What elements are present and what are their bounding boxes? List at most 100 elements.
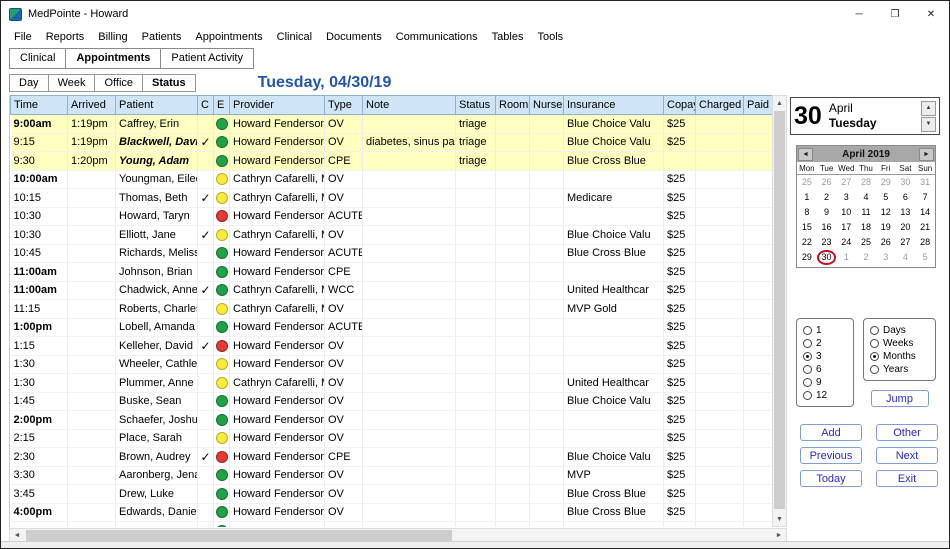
- calendar-day[interactable]: 24: [836, 235, 856, 250]
- calendar-day[interactable]: 1: [836, 250, 856, 265]
- appointment-row[interactable]: 2:15Place, SarahHoward Fenderson, MDOV$2…: [11, 429, 773, 448]
- exit-button[interactable]: Exit: [876, 470, 938, 487]
- view-tab-office[interactable]: Office: [94, 74, 142, 92]
- menu-item-documents[interactable]: Documents: [319, 31, 389, 43]
- calendar-day[interactable]: 30: [896, 175, 916, 190]
- calendar-day[interactable]: 21: [915, 220, 935, 235]
- appointment-row[interactable]: 11:00amJohnson, BrianHoward Fenderson, M…: [11, 263, 773, 282]
- calendar-day[interactable]: 15: [797, 220, 817, 235]
- today-button[interactable]: Today: [800, 470, 862, 487]
- scroll-up-icon[interactable]: ▲: [773, 96, 786, 110]
- appointment-row[interactable]: 1:00pmLobell, AmandaHoward Fenderson, MD…: [11, 318, 773, 337]
- column-header-patient[interactable]: Patient: [116, 96, 198, 115]
- menu-item-reports[interactable]: Reports: [39, 31, 92, 43]
- menu-item-clinical[interactable]: Clinical: [270, 31, 319, 43]
- appointment-row[interactable]: 10:45Richards, MelissaHoward Fenderson, …: [11, 244, 773, 263]
- menu-item-communications[interactable]: Communications: [389, 31, 485, 43]
- calendar-day[interactable]: 5: [915, 250, 935, 265]
- calendar-next-icon[interactable]: ►: [919, 148, 934, 161]
- calendar-day[interactable]: 20: [896, 220, 916, 235]
- appointment-row[interactable]: 1:30Wheeler, CathleenHoward Fenderson, M…: [11, 355, 773, 374]
- appointment-row[interactable]: 10:15Thomas, Beth✓Cathryn Cafarelli, MDO…: [11, 189, 773, 208]
- date-spin-up-icon[interactable]: ▲: [921, 101, 936, 116]
- appointment-row[interactable]: 2:30Brown, Audrey✓Howard Fenderson, MDCP…: [11, 448, 773, 467]
- appointment-row[interactable]: 10:30Howard, TarynHoward Fenderson, MDAC…: [11, 207, 773, 226]
- menu-item-file[interactable]: File: [7, 31, 39, 43]
- jump-unit-option-days[interactable]: Days: [870, 324, 929, 336]
- calendar-day[interactable]: 26: [817, 175, 837, 190]
- calendar-day[interactable]: 29: [797, 250, 817, 265]
- jump-number-option-6[interactable]: 6: [803, 363, 847, 375]
- appointment-row[interactable]: 1:30Plummer, AnneCathryn Cafarelli, MDOV…: [11, 374, 773, 393]
- calendar-day[interactable]: 3: [836, 190, 856, 205]
- view-tab-week[interactable]: Week: [48, 74, 95, 92]
- calendar-day[interactable]: 28: [856, 175, 876, 190]
- calendar-day[interactable]: 18: [856, 220, 876, 235]
- calendar-day[interactable]: 1: [797, 190, 817, 205]
- calendar-day[interactable]: 16: [817, 220, 837, 235]
- jump-unit-option-months[interactable]: Months: [870, 350, 929, 362]
- calendar-day[interactable]: 14: [915, 205, 935, 220]
- calendar-day[interactable]: 7: [915, 190, 935, 205]
- column-header-insurance[interactable]: Insurance: [564, 96, 664, 115]
- calendar-day[interactable]: 26: [876, 235, 896, 250]
- jump-number-option-2[interactable]: 2: [803, 337, 847, 349]
- jump-unit-option-years[interactable]: Years: [870, 363, 929, 375]
- menu-item-billing[interactable]: Billing: [91, 31, 134, 43]
- appointment-row[interactable]: 11:15Roberts, CharlesCathryn Cafarelli, …: [11, 300, 773, 319]
- calendar-day[interactable]: 2: [856, 250, 876, 265]
- minimize-icon[interactable]: ─: [841, 1, 877, 27]
- appointment-row[interactable]: 3:45Drew, LukeHoward Fenderson, MDOVBlue…: [11, 485, 773, 504]
- calendar-day[interactable]: 19: [876, 220, 896, 235]
- jump-button[interactable]: Jump: [871, 390, 929, 407]
- column-header-nurse[interactable]: Nurse: [530, 96, 564, 115]
- previous-button[interactable]: Previous: [800, 447, 862, 464]
- calendar-day[interactable]: 25: [797, 175, 817, 190]
- appointment-row[interactable]: 9:301:20pmYoung, AdamHoward Fenderson, M…: [11, 152, 773, 171]
- date-spin-down-icon[interactable]: ▼: [921, 117, 936, 132]
- tab-patient-activity[interactable]: Patient Activity: [160, 48, 254, 69]
- calendar-day[interactable]: 25: [856, 235, 876, 250]
- column-header-charged[interactable]: Charged: [696, 96, 744, 115]
- calendar-day[interactable]: 4: [896, 250, 916, 265]
- jump-number-option-9[interactable]: 9: [803, 376, 847, 388]
- next-button[interactable]: Next: [876, 447, 938, 464]
- column-header-time[interactable]: Time: [11, 96, 68, 115]
- appointment-row[interactable]: 10:00amYoungman, EileenCathryn Cafarelli…: [11, 170, 773, 189]
- appointment-row[interactable]: 11:00amChadwick, Anne✓Cathryn Cafarelli,…: [11, 281, 773, 300]
- calendar-day[interactable]: 6: [896, 190, 916, 205]
- appointment-row[interactable]: [11, 522, 773, 528]
- calendar-day[interactable]: 17: [836, 220, 856, 235]
- appointment-row[interactable]: 1:15Kelleher, David✓Howard Fenderson, MD…: [11, 337, 773, 356]
- calendar-day[interactable]: 23: [817, 235, 837, 250]
- appointment-row[interactable]: 10:30Elliott, Jane✓Cathryn Cafarelli, MD…: [11, 226, 773, 245]
- appointment-row[interactable]: 1:45Buske, SeanHoward Fenderson, MDOVBlu…: [11, 392, 773, 411]
- menu-item-patients[interactable]: Patients: [135, 31, 189, 43]
- calendar-day[interactable]: 8: [797, 205, 817, 220]
- calendar-day-selected[interactable]: 30: [817, 250, 837, 265]
- jump-number-option-12[interactable]: 12: [803, 389, 847, 401]
- appointment-row[interactable]: 4:00pmEdwards, DanielleHoward Fenderson,…: [11, 503, 773, 522]
- calendar-day[interactable]: 5: [876, 190, 896, 205]
- jump-number-option-1[interactable]: 1: [803, 324, 847, 336]
- jump-number-option-3[interactable]: 3: [803, 350, 847, 362]
- maximize-icon[interactable]: ❐: [877, 1, 913, 27]
- calendar-day[interactable]: 11: [856, 205, 876, 220]
- tab-clinical[interactable]: Clinical: [9, 48, 65, 69]
- calendar-day[interactable]: 9: [817, 205, 837, 220]
- calendar-day[interactable]: 13: [896, 205, 916, 220]
- menu-item-tables[interactable]: Tables: [485, 31, 531, 43]
- vertical-scrollbar[interactable]: ▲ ▼: [772, 95, 787, 527]
- appointment-row[interactable]: 2:00pmSchaefer, JoshuaHoward Fenderson, …: [11, 411, 773, 430]
- column-header-e[interactable]: E: [214, 96, 230, 115]
- jump-unit-option-weeks[interactable]: Weeks: [870, 337, 929, 349]
- column-header-c[interactable]: C: [198, 96, 214, 115]
- column-header-status[interactable]: Status: [456, 96, 496, 115]
- scroll-down-icon[interactable]: ▼: [773, 512, 786, 526]
- column-header-paid[interactable]: Paid: [744, 96, 773, 115]
- column-header-arrived[interactable]: Arrived: [68, 96, 116, 115]
- view-tab-status[interactable]: Status: [142, 74, 196, 92]
- menu-item-tools[interactable]: Tools: [530, 31, 570, 43]
- calendar-day[interactable]: 3: [876, 250, 896, 265]
- add-button[interactable]: Add: [800, 424, 862, 441]
